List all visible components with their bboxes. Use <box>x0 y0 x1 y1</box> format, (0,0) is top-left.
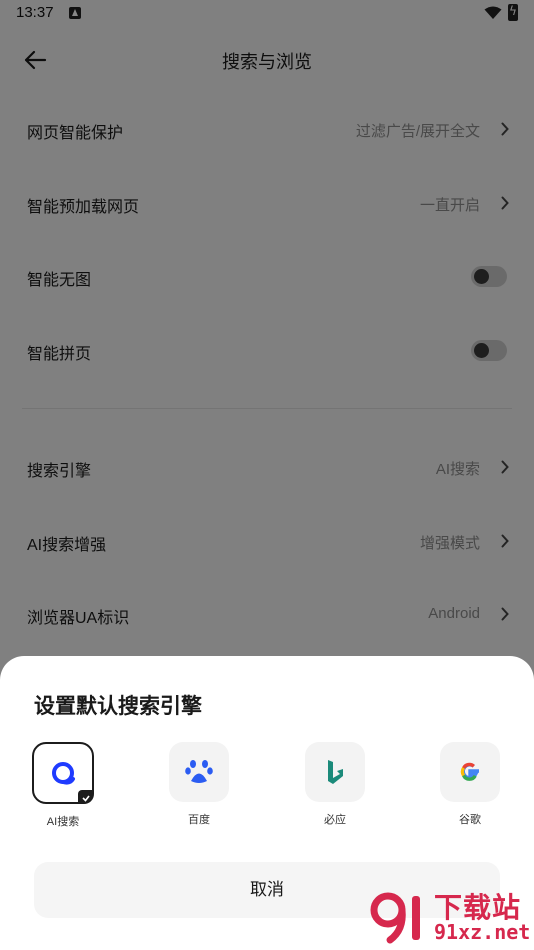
engine-tile[interactable] <box>32 742 94 804</box>
engine-option-baidu[interactable]: 百度 <box>159 742 239 827</box>
engine-tile[interactable] <box>440 742 500 802</box>
sheet-title: 设置默认搜索引擎 <box>34 694 202 718</box>
site-watermark: 下载站 91xz.net <box>364 884 534 950</box>
engine-label: 必应 <box>324 814 346 826</box>
google-g-icon <box>460 762 479 781</box>
engine-option-bing[interactable]: 必应 <box>295 742 375 827</box>
watermark-logo-icon <box>370 892 420 944</box>
baidu-paw-icon <box>185 760 213 783</box>
engine-tile[interactable] <box>305 742 365 802</box>
engine-label: AI搜索 <box>46 816 80 828</box>
engine-label: 百度 <box>188 814 210 826</box>
engine-option-ai-search[interactable]: AI搜索 <box>23 742 103 829</box>
engine-label: 谷歌 <box>459 814 481 826</box>
engine-tile[interactable] <box>169 742 229 802</box>
bing-icon <box>328 760 343 784</box>
watermark-url: 91xz.net <box>434 920 531 944</box>
selected-check-icon <box>78 790 94 804</box>
engine-option-google[interactable]: 谷歌 <box>430 742 510 827</box>
